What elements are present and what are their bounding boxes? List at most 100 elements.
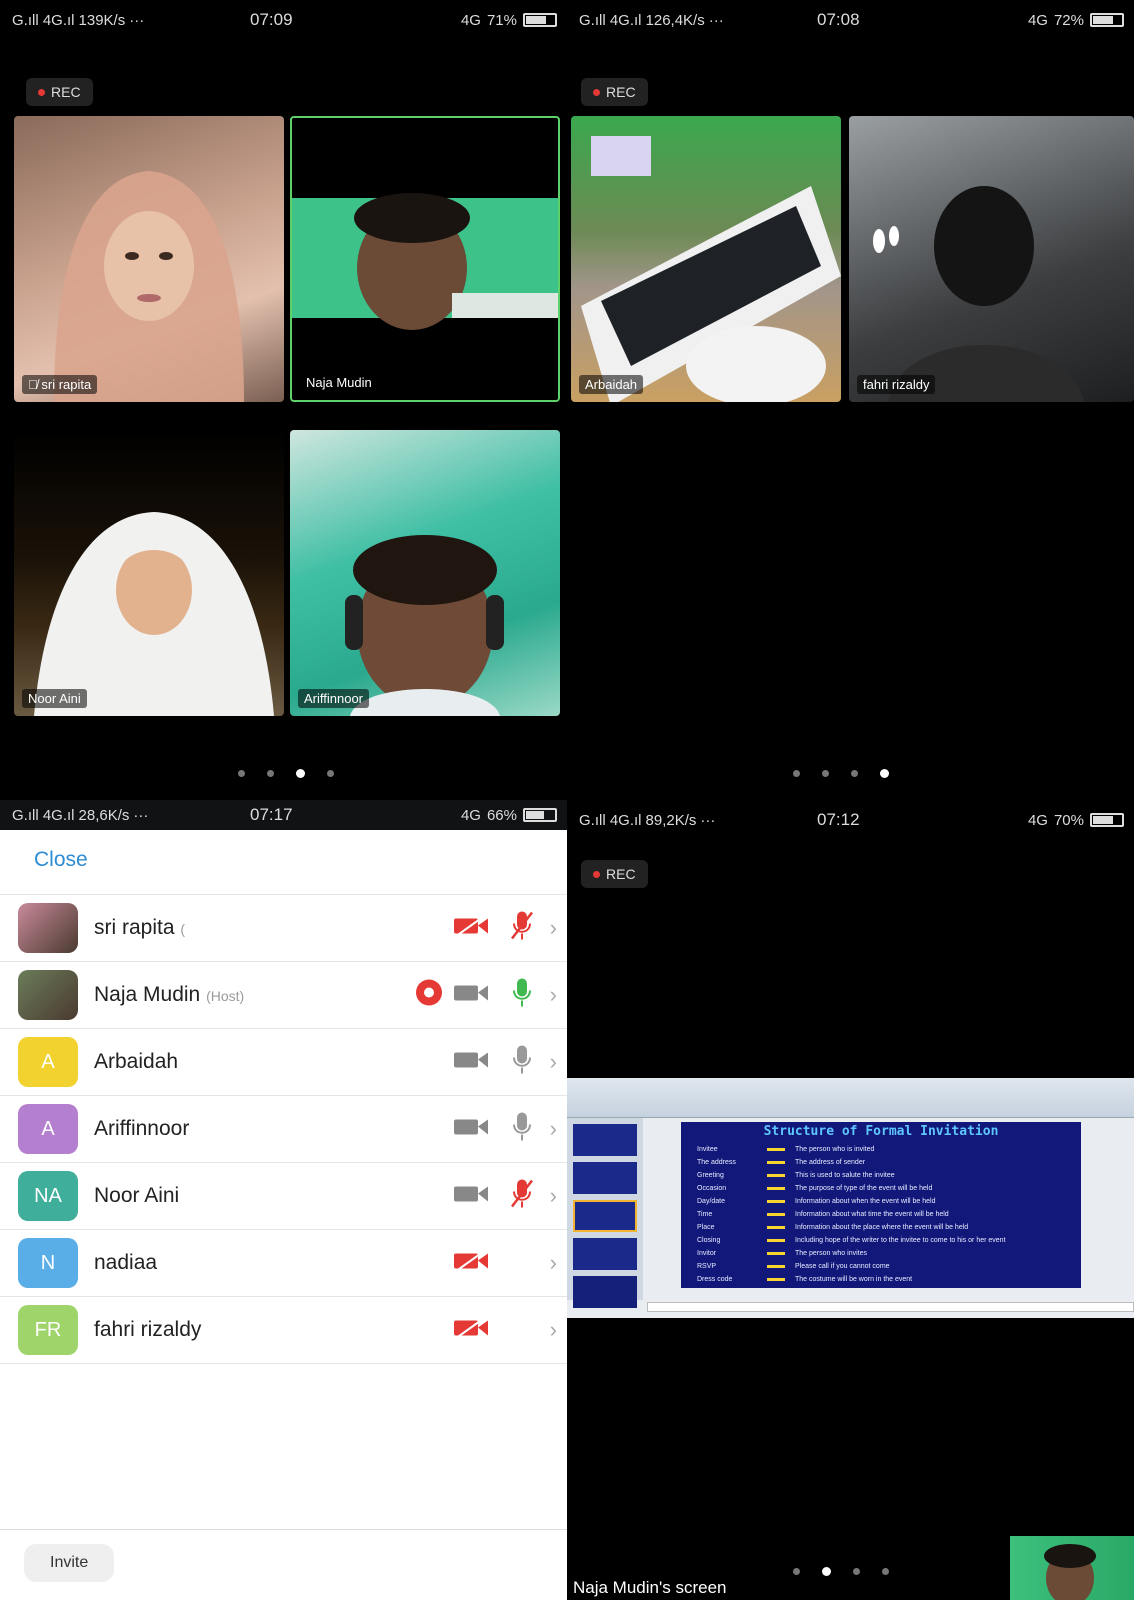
page-dot[interactable] bbox=[267, 770, 274, 777]
participant-list: Close sri rapita (› Naja Mudin (Host) › A Ar… bbox=[0, 830, 567, 1600]
close-button[interactable]: Close bbox=[34, 848, 88, 872]
slide-term: Place bbox=[697, 1224, 715, 1231]
page-indicator[interactable] bbox=[793, 769, 889, 778]
video-tile[interactable]: Ariffinnoor bbox=[290, 430, 560, 716]
page-dot[interactable] bbox=[822, 1567, 831, 1576]
mic-muted-icon[interactable] bbox=[511, 1179, 533, 1214]
video-icon[interactable] bbox=[453, 1049, 489, 1076]
mic-muted-icon[interactable] bbox=[511, 911, 533, 946]
clock: 07:12 bbox=[817, 810, 860, 829]
slide-row: Invitee The person who is invited bbox=[687, 1143, 1075, 1156]
page-dot[interactable] bbox=[882, 1568, 889, 1575]
battery-icon bbox=[523, 808, 557, 822]
participant-role: (Host) bbox=[206, 988, 245, 1004]
video-off-icon[interactable] bbox=[453, 914, 489, 942]
video-icon[interactable] bbox=[453, 1183, 489, 1210]
video-off-icon[interactable] bbox=[453, 1316, 489, 1344]
video-tile[interactable]: Noor Aini bbox=[14, 430, 284, 716]
page-dot[interactable] bbox=[793, 1568, 800, 1575]
page-dot[interactable] bbox=[880, 769, 889, 778]
participant-row[interactable]: Nnadiaa › bbox=[0, 1229, 567, 1296]
participant-name: Naja Mudin (Host) bbox=[94, 983, 245, 1006]
battery-fill bbox=[526, 16, 546, 24]
recording-label: REC bbox=[606, 84, 636, 100]
recording-badge: REC bbox=[26, 78, 93, 106]
slide-thumbnails bbox=[567, 1118, 643, 1308]
participant-row[interactable]: A Ariffinnoor › bbox=[0, 1095, 567, 1162]
slide-definition: The costume will be worn in the event bbox=[795, 1276, 913, 1283]
battery-percent: 71% bbox=[486, 11, 517, 29]
slide-row: Place Information about the place where t… bbox=[687, 1221, 1075, 1234]
self-video-thumbnail[interactable] bbox=[1010, 1536, 1134, 1600]
more-icon: ··· bbox=[708, 11, 724, 29]
screen-share-label: Naja Mudin's screen bbox=[573, 1578, 727, 1597]
video-icon[interactable] bbox=[453, 1116, 489, 1143]
chevron-right-icon[interactable]: › bbox=[550, 1183, 557, 1209]
network-type: 4G bbox=[460, 806, 481, 824]
video-tile[interactable]: 🎙̸ sri rapita bbox=[14, 116, 284, 402]
page-dot[interactable] bbox=[853, 1568, 860, 1575]
avatar-initials: N bbox=[40, 1251, 56, 1274]
avatar-initials: NA bbox=[34, 1184, 62, 1207]
slide-definition: Information about the place where the ev… bbox=[795, 1224, 969, 1231]
participant-row[interactable]: A Arbaidah › bbox=[0, 1028, 567, 1095]
participant-name: sri rapita ( bbox=[94, 916, 186, 939]
participant-row[interactable]: Naja Mudin (Host) › bbox=[0, 961, 567, 1028]
network-speed: 126,4K/s bbox=[645, 11, 705, 29]
battery-icon bbox=[523, 13, 557, 27]
page-dot[interactable] bbox=[327, 770, 334, 777]
status-bar: G.ıll 4G.ıl 28,6K/s ··· 07:17 4G 66% bbox=[0, 800, 567, 830]
participant-name-label: Arbaidah bbox=[579, 375, 644, 394]
battery-fill bbox=[1093, 816, 1113, 824]
participant-row[interactable]: FR fahri rizaldy › bbox=[0, 1296, 567, 1363]
microphone-icon[interactable] bbox=[511, 978, 533, 1013]
status-bar: G.ıll 4G.ıl 89,2K/s ··· 07:12 4G 70% bbox=[567, 800, 1134, 840]
page-dot[interactable] bbox=[851, 770, 858, 777]
participant-row[interactable]: NA Noor Aini › bbox=[0, 1162, 567, 1229]
video-off-icon[interactable] bbox=[453, 1249, 489, 1277]
chevron-right-icon[interactable]: › bbox=[550, 1116, 557, 1142]
video-tile-active-speaker[interactable]: Naja Mudin bbox=[290, 116, 560, 402]
page-indicator[interactable] bbox=[238, 769, 334, 778]
participant-role: ( bbox=[180, 921, 186, 937]
slide-dash bbox=[767, 1239, 785, 1242]
shared-screen[interactable]: Structure of Formal Invitation Invitee Th… bbox=[567, 1078, 1134, 1318]
signal-indicator: G.ıll 4G.ıl bbox=[12, 806, 75, 824]
slide-row: Day/date Information about when the event… bbox=[687, 1195, 1075, 1208]
participant-name-label: fahri rizaldy bbox=[857, 375, 936, 394]
signal-indicator: G.ıll 4G.ıl bbox=[579, 11, 642, 29]
participant-name: nadiaa bbox=[94, 1251, 158, 1274]
slide-row: Dress code The costume will be worn in th… bbox=[687, 1273, 1075, 1286]
page-dot[interactable] bbox=[238, 770, 245, 777]
recording-label: REC bbox=[51, 84, 81, 100]
chevron-right-icon[interactable]: › bbox=[550, 915, 557, 941]
avatar bbox=[18, 903, 78, 953]
battery-icon bbox=[1090, 13, 1124, 27]
avatar: NA bbox=[18, 1171, 78, 1221]
video-icon[interactable] bbox=[453, 982, 489, 1009]
panel-gallery-2: G.ıll 4G.ıl 126,4K/s ··· 07:08 4G 72% RE… bbox=[567, 0, 1134, 800]
page-dot[interactable] bbox=[296, 769, 305, 778]
video-tile[interactable]: Arbaidah bbox=[571, 116, 841, 402]
more-icon: ··· bbox=[129, 11, 145, 29]
participant-row[interactable]: sri rapita ( › bbox=[0, 894, 567, 961]
page-dot[interactable] bbox=[793, 770, 800, 777]
slide-row: Invitor The person who invites bbox=[687, 1247, 1075, 1260]
microphone-icon[interactable] bbox=[511, 1045, 533, 1080]
page-dot[interactable] bbox=[822, 770, 829, 777]
slide-dash bbox=[767, 1161, 785, 1164]
video-tile[interactable]: fahri rizaldy bbox=[849, 116, 1134, 402]
slide-term: RSVP bbox=[697, 1263, 717, 1270]
slide-definition: The purpose of type of the event will be… bbox=[795, 1185, 933, 1192]
invite-button[interactable]: Invite bbox=[24, 1544, 115, 1582]
microphone-icon[interactable] bbox=[511, 1112, 533, 1147]
chevron-right-icon[interactable]: › bbox=[550, 1317, 557, 1343]
participant-name: Ariffinnoor bbox=[94, 1117, 190, 1140]
panel-participants: G.ıll 4G.ıl 28,6K/s ··· 07:17 4G 66% Clo… bbox=[0, 800, 567, 1600]
chevron-right-icon[interactable]: › bbox=[550, 982, 557, 1008]
participant-video bbox=[581, 136, 841, 402]
page-indicator[interactable] bbox=[793, 1567, 889, 1576]
chevron-right-icon[interactable]: › bbox=[550, 1049, 557, 1075]
participant-video bbox=[873, 186, 1084, 402]
chevron-right-icon[interactable]: › bbox=[550, 1250, 557, 1276]
